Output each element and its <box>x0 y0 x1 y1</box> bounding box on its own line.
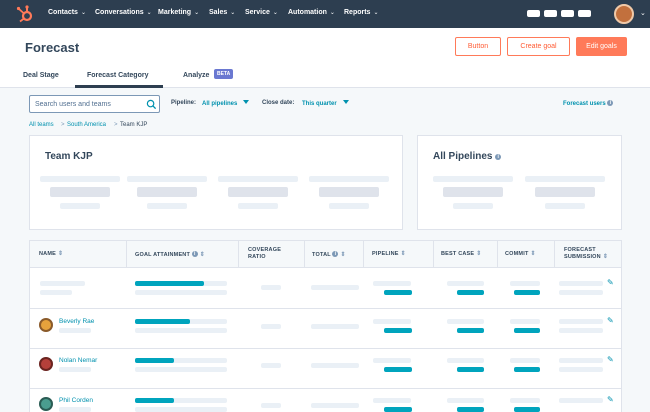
tab-analyze[interactable]: Analyze <box>183 72 209 79</box>
nav-item-conversations[interactable]: Conversations ⌄ <box>95 9 152 16</box>
sort-icon: ⇕ <box>58 251 64 257</box>
table-header: NAME ⇕ GOAL ATTAINMENT i ⇕ COVERAGE RATIO T… <box>30 241 621 268</box>
nav-item-marketing[interactable]: Marketing ⌄ <box>158 9 199 16</box>
column-header-pipeline[interactable]: PIPELINE ⇕ <box>372 251 406 258</box>
column-header-coverage-ratio[interactable]: COVERAGE RATIO <box>248 247 281 261</box>
nav-item-automation[interactable]: Automation ⌄ <box>288 9 335 16</box>
sort-icon: ⇕ <box>530 251 536 257</box>
caret-down-icon <box>243 100 250 104</box>
edit-goals-button[interactable]: Edit goals <box>576 37 627 56</box>
team-summary-card: Team KJP <box>29 135 403 230</box>
avatar <box>39 397 53 411</box>
edit-submission-icon[interactable]: ✎ <box>607 355 614 364</box>
info-icon: i <box>607 100 614 106</box>
breadcrumb-all-teams[interactable]: All teams <box>29 122 54 128</box>
breadcrumb-separator: > <box>114 122 118 128</box>
breadcrumb-team-kjp: Team KJP <box>120 122 148 128</box>
avatar <box>39 318 53 332</box>
pipelines-summary-card: All Pipelines i <box>417 135 622 230</box>
breadcrumb-south-america[interactable]: South America <box>67 122 106 128</box>
active-tab-indicator <box>75 85 163 88</box>
nav-item-sales[interactable]: Sales ⌄ <box>209 9 235 16</box>
generic-button[interactable]: Button <box>455 37 501 56</box>
sort-icon: ⇕ <box>400 251 406 257</box>
tab-forecast-category[interactable]: Forecast Category <box>87 72 148 79</box>
account-avatar[interactable]: ⌄ <box>614 4 646 24</box>
top-navigation-bar: Contacts ⌄ Conversations ⌄ Marketing ⌄ Sale… <box>0 0 650 28</box>
tab-deal-stage[interactable]: Deal Stage <box>23 72 59 79</box>
pipeline-label: Pipeline: <box>171 100 197 106</box>
sort-icon: ⇕ <box>340 252 346 258</box>
chevron-down-icon: ⌄ <box>373 10 379 16</box>
caret-down-icon <box>342 100 349 104</box>
page-title: Forecast <box>25 40 80 55</box>
goal-attainment-bar <box>135 358 174 363</box>
page-header: Forecast Button Create goal Edit goals D… <box>0 28 650 88</box>
close-date-dropdown[interactable]: This quarter <box>302 100 349 107</box>
nav-item-reports[interactable]: Reports ⌄ <box>344 9 378 16</box>
edit-submission-icon[interactable]: ✎ <box>607 316 614 325</box>
column-header-forecast-submission[interactable]: FORECAST SUBMISSION ⇕ <box>564 247 608 261</box>
info-icon: i <box>191 251 198 257</box>
nav-item-service[interactable]: Service ⌄ <box>245 9 278 16</box>
sort-icon: ⇕ <box>602 254 609 260</box>
column-header-total[interactable]: TOTAL i ⇕ <box>312 251 346 259</box>
goal-attainment-bar <box>135 398 174 403</box>
edit-submission-icon[interactable]: ✎ <box>607 395 614 404</box>
close-date-label: Close date: <box>262 100 295 106</box>
nav-utility-button[interactable] <box>544 10 557 17</box>
rep-name-link[interactable]: Phil Corden <box>59 397 93 404</box>
edit-submission-icon[interactable]: ✎ <box>607 278 614 287</box>
beta-badge: BETA <box>214 69 234 79</box>
column-header-goal-attainment[interactable]: GOAL ATTAINMENT i ⇕ <box>135 251 205 259</box>
nav-utility-button[interactable] <box>561 10 574 17</box>
breadcrumb-separator: > <box>61 122 65 128</box>
pipeline-dropdown[interactable]: All pipelines <box>202 100 250 107</box>
goal-attainment-bar <box>135 281 204 286</box>
chevron-down-icon: ⌄ <box>272 10 278 16</box>
forecast-table: NAME ⇕ GOAL ATTAINMENT i ⇕ COVERAGE RATIO T… <box>29 240 622 412</box>
column-header-name[interactable]: NAME ⇕ <box>39 251 63 258</box>
info-icon: i <box>495 154 502 160</box>
rep-name-link[interactable]: Nolan Nemar <box>59 357 97 364</box>
hubspot-logo-icon[interactable] <box>15 4 35 24</box>
sort-icon: ⇕ <box>199 252 206 258</box>
team-card-title: Team KJP <box>45 151 93 162</box>
chevron-down-icon: ⌄ <box>329 10 335 16</box>
chevron-down-icon: ⌄ <box>146 10 152 16</box>
rep-name-link[interactable]: Beverly Rae <box>59 318 94 325</box>
search-input[interactable]: Search users and teams <box>29 95 160 113</box>
search-icon <box>146 99 157 110</box>
search-placeholder: Search users and teams <box>35 101 111 108</box>
avatar <box>39 357 53 371</box>
chevron-down-icon: ⌄ <box>230 10 236 16</box>
chevron-down-icon: ⌄ <box>80 10 86 16</box>
chevron-down-icon: ⌄ <box>640 10 646 17</box>
sort-icon: ⇕ <box>476 251 482 257</box>
info-icon: i <box>332 251 339 257</box>
pipelines-card-title: All Pipelines i <box>433 151 502 162</box>
goal-attainment-bar <box>135 319 190 324</box>
column-header-commit[interactable]: COMMIT ⇕ <box>505 251 536 258</box>
nav-utility-button[interactable] <box>578 10 591 17</box>
chevron-down-icon: ⌄ <box>194 10 200 16</box>
forecast-users-link[interactable]: Forecast users i <box>563 100 614 107</box>
create-goal-button[interactable]: Create goal <box>507 37 570 56</box>
nav-utility-button[interactable] <box>527 10 540 17</box>
column-header-best-case[interactable]: BEST CASE ⇕ <box>441 251 482 258</box>
nav-item-contacts[interactable]: Contacts ⌄ <box>48 9 86 16</box>
